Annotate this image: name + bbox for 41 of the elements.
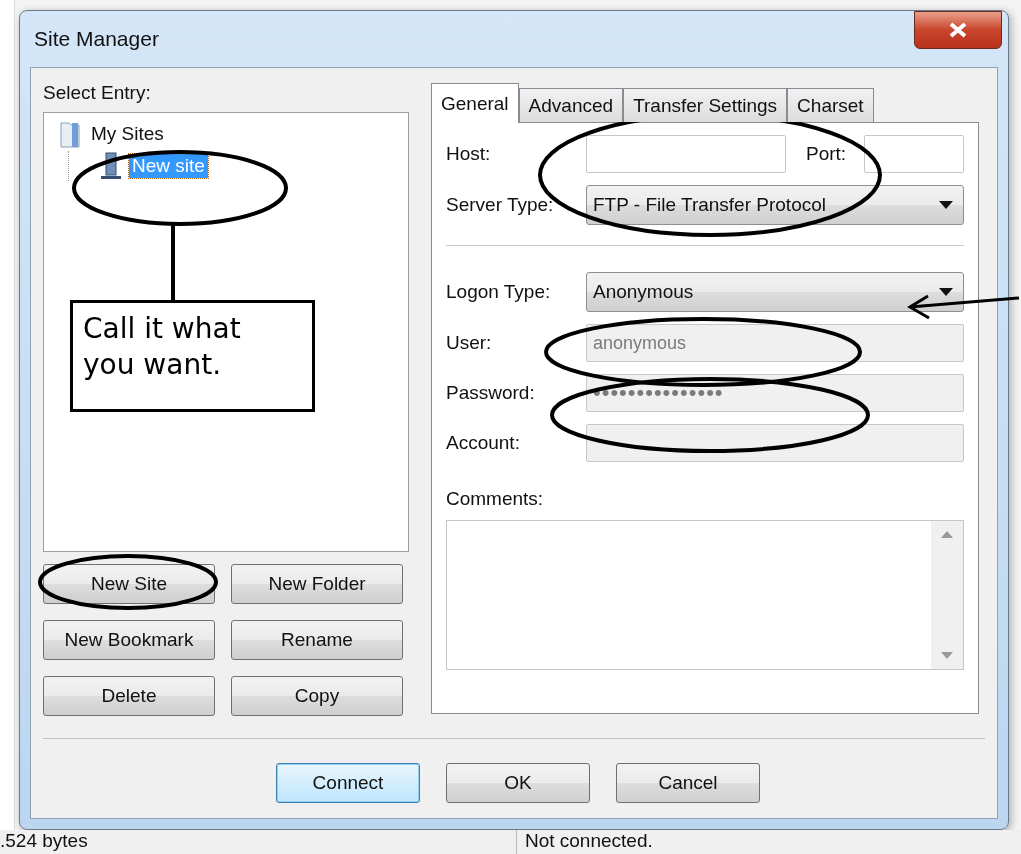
folder-icon — [58, 119, 82, 149]
server-type-dropdown[interactable]: FTP - File Transfer Protocol — [586, 185, 964, 225]
entry-button[interactable]: New Folder — [231, 564, 403, 604]
scrollbar[interactable] — [931, 521, 963, 669]
field-label: Password: — [446, 382, 535, 404]
dialog-button[interactable]: OK — [446, 763, 590, 803]
field-label: Comments: — [446, 488, 545, 510]
logon-type-dropdown[interactable]: Anonymous — [586, 272, 964, 312]
field-label: Host: — [446, 143, 491, 165]
callout-text: Call it what you want. — [70, 300, 315, 412]
status-text: .524 bytes — [0, 830, 89, 853]
entry-button[interactable]: Delete — [43, 676, 215, 716]
scroll-down-icon — [941, 652, 953, 659]
entry-button[interactable]: New Bookmark — [43, 620, 215, 660]
tab[interactable]: Advanced — [518, 88, 624, 122]
window-title: Site Manager — [34, 27, 159, 51]
field-label: User: — [446, 332, 492, 354]
port-field[interactable] — [864, 135, 964, 173]
tab[interactable]: Transfer Settings — [623, 88, 788, 122]
tree-item[interactable]: My Sites — [88, 122, 167, 146]
select-entry-label: Select Entry: — [43, 82, 152, 104]
entry-button[interactable]: New Site — [43, 564, 215, 604]
close-button[interactable] — [914, 11, 1002, 49]
field-label: Server Type: — [446, 194, 554, 216]
field-label: Logon Type: — [446, 281, 551, 303]
scroll-up-icon — [941, 531, 953, 538]
status-text: Not connected. — [515, 830, 1021, 854]
computer-icon — [99, 151, 123, 181]
caret-icon — [939, 201, 953, 209]
entry-button[interactable]: Copy — [231, 676, 403, 716]
field-label: Port: — [806, 143, 847, 165]
tab[interactable]: Charset — [787, 88, 874, 122]
dialog-button[interactable]: Cancel — [616, 763, 760, 803]
close-icon — [948, 22, 968, 38]
host-field[interactable] — [586, 135, 786, 173]
caret-icon — [939, 288, 953, 296]
dialog-button[interactable]: Connect — [276, 763, 420, 803]
comments-field[interactable] — [446, 520, 964, 670]
field-label: Account: — [446, 432, 520, 454]
entry-button[interactable]: Rename — [231, 620, 403, 660]
tab[interactable]: General — [431, 83, 519, 123]
